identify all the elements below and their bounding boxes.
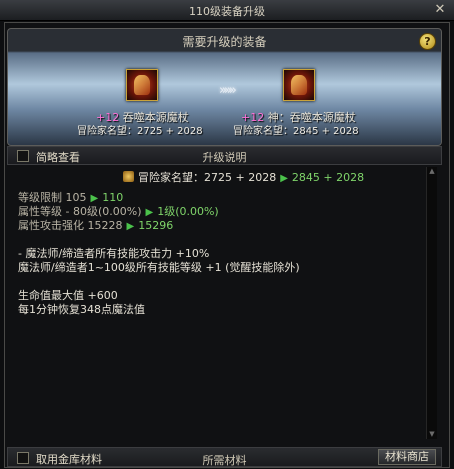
simple-view-checkbox[interactable] <box>17 150 29 162</box>
upgrade-arrows-icon: »»» <box>219 83 237 98</box>
reputation-to: 2845 + 2028 <box>291 171 365 184</box>
stat-row: 属性攻击强化 15228 ▶ 15296 <box>18 217 173 233</box>
equipment-header: 需要升级的装备 ? »»» +12 吞噬本源魔杖 冒险家名望：2725 + 20… <box>7 28 442 146</box>
increase-arrow-icon: ▶ <box>280 173 288 184</box>
window-titlebar: 110级装备升级 ✕ <box>0 0 454 21</box>
staff-icon <box>134 75 150 95</box>
target-reputation: 冒险家名望：2845 + 2028 <box>233 126 359 137</box>
effect-line: 每1分钟恢复348点魔法值 <box>18 303 145 316</box>
upgrade-details: 冒险家名望：2725 + 2028 ▶ 2845 + 2028 等级限制 105 ▶ 1… <box>13 167 426 439</box>
staff-icon <box>291 75 307 95</box>
reputation-icon <box>123 171 134 182</box>
stat-to: 15296 <box>138 219 174 232</box>
stat-label: 属性攻击强化 <box>18 219 84 232</box>
stat-from: 15228 <box>87 219 123 232</box>
header-title: 需要升级的装备 <box>182 35 267 49</box>
material-shop-button[interactable]: 材料商店 <box>378 449 436 465</box>
effect-line: 魔法师/缔造者1~100级所有技能等级 +1 (觉醒技能除外) <box>18 261 300 274</box>
details-scrollbar[interactable]: ▲ ▼ <box>426 167 437 439</box>
source-reputation: 冒险家名望：2725 + 2028 <box>77 126 203 137</box>
options-bar: 简略查看 升级说明 <box>7 146 442 165</box>
use-vault-checkbox[interactable] <box>17 452 29 464</box>
scroll-down-icon[interactable]: ▼ <box>427 430 437 439</box>
help-icon[interactable]: ? <box>419 33 436 50</box>
reputation-row: 冒险家名望：2725 + 2028 ▶ 2845 + 2028 <box>123 169 364 185</box>
scroll-up-icon[interactable]: ▲ <box>427 167 437 176</box>
target-equipment-slot[interactable] <box>283 69 315 101</box>
simple-view-label[interactable]: 简略查看 <box>36 149 80 165</box>
use-vault-label[interactable]: 取用金库材料 <box>36 451 102 467</box>
materials-bar: 取用金库材料 所需材料 材料商店 <box>7 447 442 467</box>
close-icon[interactable]: ✕ <box>432 2 448 18</box>
window-title: 110级装备升级 <box>189 5 265 18</box>
increase-arrow-icon: ▶ <box>126 221 135 232</box>
source-equipment-slot[interactable] <box>126 69 158 101</box>
reputation-from: 2725 + 2028 <box>204 171 277 184</box>
reputation-label: 冒险家名望： <box>138 171 204 184</box>
